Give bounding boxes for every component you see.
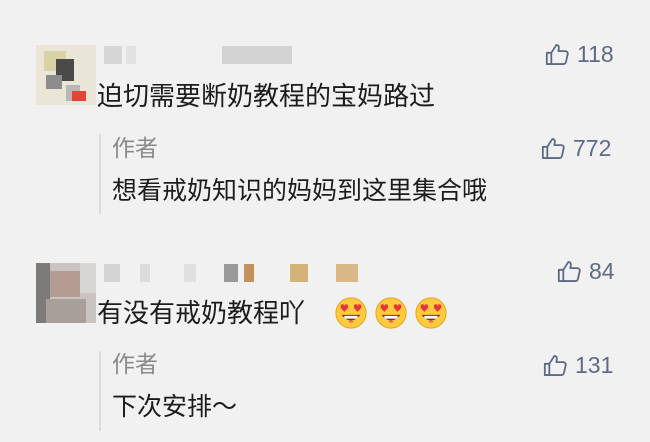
like-count: 772 [573,135,612,161]
commenter-avatar[interactable] [36,263,96,323]
commenter-avatar[interactable] [36,45,96,105]
thumbs-up-icon [545,44,569,65]
reply-like-button[interactable]: 772 [540,135,611,162]
commenter-name-blurred [104,46,294,64]
reply-text: 想看戒奶知识的妈妈到这里集合哦 [112,176,488,205]
author-label: 作者 [112,136,158,162]
like-button[interactable]: 118 [544,41,614,68]
reply-divider [99,134,101,214]
like-count: 118 [577,41,614,67]
author-label: 作者 [112,352,158,378]
like-count: 131 [575,352,614,378]
reply-divider [99,351,101,431]
thumbs-up-icon [541,138,565,159]
comment-text: 有没有戒奶教程吖 [97,299,306,329]
heart-eyes-emoji-icon [335,297,367,329]
heart-eyes-emoji-icon [375,297,407,329]
reply-like-button[interactable]: 131 [542,352,613,379]
thumbs-up-icon [543,355,567,376]
thumbs-up-icon [557,261,581,282]
reply-text: 下次安排～ [112,392,238,421]
like-button[interactable]: 84 [556,258,615,285]
comments-panel: 118 迫切需要断奶教程的宝妈路过 作者 772 想看戒奶知识的妈妈到这里集合哦… [0,0,650,442]
like-count: 84 [589,258,615,284]
emoji-group [334,296,448,330]
heart-eyes-emoji-icon [415,297,447,329]
comment-text: 迫切需要断奶教程的宝妈路过 [97,82,436,112]
commenter-name-blurred [104,264,364,282]
